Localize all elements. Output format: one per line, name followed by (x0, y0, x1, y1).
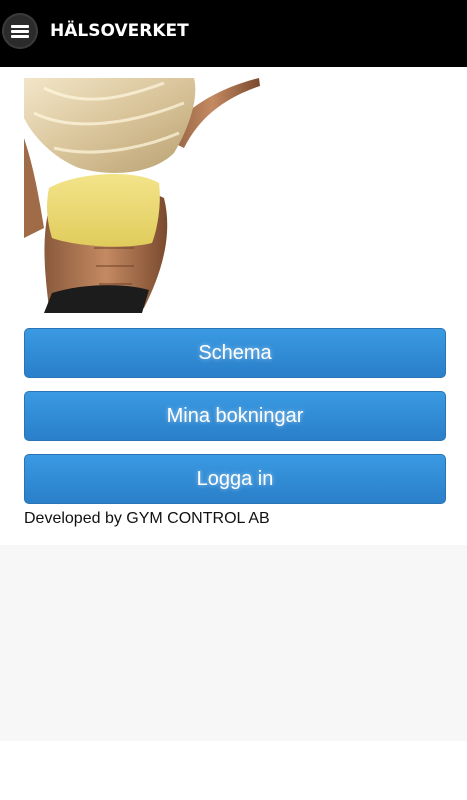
hamburger-menu-icon (11, 25, 29, 38)
main-content: Schema Mina bokningar Logga in Developed… (0, 67, 467, 545)
app-header: HÄLSOVERKET (0, 0, 467, 67)
menu-button[interactable] (2, 13, 38, 49)
empty-gray-area (0, 545, 467, 741)
app-title: HÄLSOVERKET (50, 21, 189, 41)
schedule-button[interactable]: Schema (24, 328, 446, 378)
my-bookings-button[interactable]: Mina bokningar (24, 391, 446, 441)
fitness-woman-photo (24, 78, 260, 313)
developer-credit: Developed by GYM CONTROL AB (24, 510, 270, 527)
hero-image (24, 78, 260, 313)
login-button[interactable]: Logga in (24, 454, 446, 504)
app-screen: HÄLSOVERKET Schema Mina bokningar Logga … (0, 0, 467, 800)
